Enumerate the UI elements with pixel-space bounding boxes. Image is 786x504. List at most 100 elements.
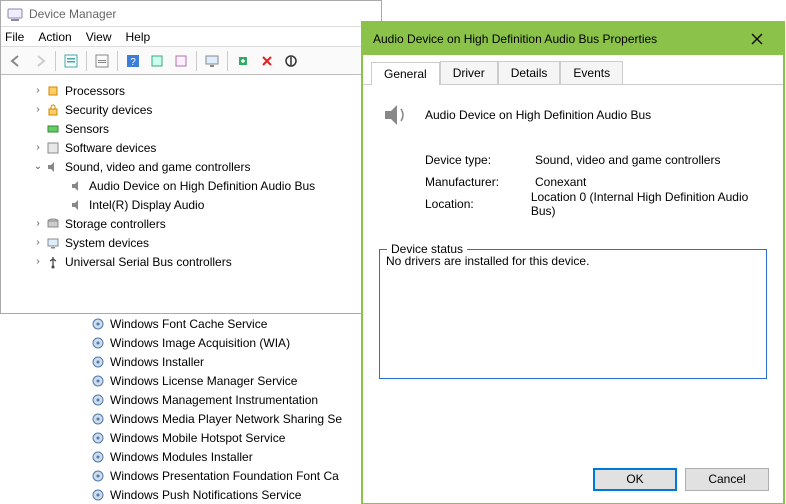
- tree-item[interactable]: ⌄ Sound, video and game controllers: [11, 157, 377, 176]
- expand-icon[interactable]: ›: [31, 256, 45, 267]
- tree-item[interactable]: Sensors: [11, 119, 377, 138]
- services-list: Windows Font Cache Service Windows Image …: [90, 314, 400, 504]
- tree-item[interactable]: › Universal Serial Bus controllers: [11, 252, 377, 271]
- tree-item-label: Security devices: [65, 103, 152, 117]
- expand-icon[interactable]: ›: [31, 237, 45, 248]
- tree-item-label: Audio Device on High Definition Audio Bu…: [89, 179, 315, 193]
- sensor-icon: [45, 121, 61, 137]
- speaker-icon: [45, 159, 61, 175]
- tree-item[interactable]: ›Storage controllers: [11, 214, 377, 233]
- tab-driver[interactable]: Driver: [440, 61, 498, 84]
- toolbar-separator: [86, 51, 87, 71]
- toolbar-separator: [227, 51, 228, 71]
- gear-icon: [90, 411, 106, 427]
- menu-help[interactable]: Help: [126, 30, 151, 44]
- device-manager-menubar: File Action View Help: [1, 27, 381, 47]
- tab-general[interactable]: General: [371, 62, 440, 85]
- tree-item-label: System devices: [65, 236, 149, 250]
- device-manager-toolbar: ?: [1, 47, 381, 75]
- device-manager-window: Device Manager File Action View Help ? ›…: [0, 0, 382, 314]
- pc-icon: [45, 235, 61, 251]
- service-label: Windows Management Instrumentation: [110, 393, 318, 407]
- tree-item-label: Software devices: [65, 141, 156, 155]
- service-item[interactable]: Windows Push Notifications Service: [90, 485, 400, 504]
- device-tree[interactable]: › Processors › Security devices Sensors › Soft…: [1, 75, 381, 313]
- tab-events[interactable]: Events: [560, 61, 623, 84]
- tree-item-label: Processors: [65, 84, 125, 98]
- device-status-group: Device status: [379, 235, 767, 382]
- tree-item[interactable]: › Security devices: [11, 100, 377, 119]
- service-label: Windows Font Cache Service: [110, 317, 267, 331]
- storage-icon: [45, 216, 61, 232]
- properties-toolbar-button[interactable]: [91, 50, 113, 72]
- disable-device-button[interactable]: [280, 50, 302, 72]
- service-label: Windows Installer: [110, 355, 204, 369]
- expand-icon[interactable]: ›: [31, 104, 45, 115]
- gear-icon: [90, 487, 106, 503]
- cpu-icon: [45, 83, 61, 99]
- scan-hardware-button[interactable]: [146, 50, 168, 72]
- properties-dialog: Audio Device on High Definition Audio Bu…: [362, 22, 784, 504]
- gear-icon: [90, 354, 106, 370]
- gear-icon: [90, 468, 106, 484]
- ok-button[interactable]: OK: [593, 468, 677, 491]
- uninstall-button[interactable]: [256, 50, 278, 72]
- gear-icon: [90, 392, 106, 408]
- properties-title: Audio Device on High Definition Audio Bu…: [373, 32, 741, 46]
- service-item[interactable]: Windows Image Acquisition (WIA): [90, 333, 400, 352]
- cancel-button[interactable]: Cancel: [685, 468, 769, 491]
- tree-item[interactable]: › Processors: [11, 81, 377, 100]
- tree-item-label: Intel(R) Display Audio: [89, 198, 204, 212]
- service-item[interactable]: Windows Font Cache Service: [90, 314, 400, 333]
- location-value: Location 0 (Internal High Definition Aud…: [531, 190, 767, 218]
- dialog-buttons: OK Cancel: [593, 468, 769, 491]
- tree-item[interactable]: Audio Device on High Definition Audio Bu…: [11, 176, 377, 195]
- tree-item[interactable]: Intel(R) Display Audio: [11, 195, 377, 214]
- device-manager-icon: [7, 6, 23, 22]
- location-label: Location:: [425, 197, 531, 211]
- service-item[interactable]: Windows Installer: [90, 352, 400, 371]
- service-item[interactable]: Windows Modules Installer: [90, 447, 400, 466]
- expand-icon[interactable]: ›: [31, 85, 45, 96]
- tab-details[interactable]: Details: [498, 61, 561, 84]
- help-toolbar-button[interactable]: ?: [122, 50, 144, 72]
- toolbar-separator: [55, 51, 56, 71]
- service-label: Windows Mobile Hotspot Service: [110, 431, 285, 445]
- gear-icon: [90, 449, 106, 465]
- menu-action[interactable]: Action: [38, 30, 71, 44]
- back-button[interactable]: [5, 50, 27, 72]
- tree-item-label: Sound, video and game controllers: [65, 160, 250, 174]
- service-item[interactable]: Windows Management Instrumentation: [90, 390, 400, 409]
- service-item[interactable]: Windows Mobile Hotspot Service: [90, 428, 400, 447]
- service-label: Windows Image Acquisition (WIA): [110, 336, 290, 350]
- menu-file[interactable]: File: [5, 30, 24, 44]
- show-hide-tree-button[interactable]: [60, 50, 82, 72]
- expand-icon[interactable]: ›: [31, 218, 45, 229]
- service-item[interactable]: Windows Media Player Network Sharing Se: [90, 409, 400, 428]
- device-status-field[interactable]: [379, 249, 767, 379]
- service-label: Windows Modules Installer: [110, 450, 253, 464]
- expand-icon[interactable]: ›: [31, 142, 45, 153]
- device-type-value: Sound, video and game controllers: [535, 153, 720, 167]
- manufacturer-value: Conexant: [535, 175, 586, 189]
- update-driver-button[interactable]: [232, 50, 254, 72]
- properties-body: Audio Device on High Definition Audio Bu…: [363, 85, 783, 396]
- service-item[interactable]: Windows License Manager Service: [90, 371, 400, 390]
- forward-button[interactable]: [29, 50, 51, 72]
- close-button[interactable]: [741, 23, 773, 55]
- menu-view[interactable]: View: [86, 30, 112, 44]
- device-info-grid: Device type: Sound, video and game contr…: [379, 149, 767, 215]
- gear-icon: [90, 373, 106, 389]
- lock-icon: [45, 102, 61, 118]
- tree-item[interactable]: › Software devices: [11, 138, 377, 157]
- device-manager-title: Device Manager: [29, 7, 116, 21]
- speaker-icon: [379, 99, 411, 131]
- tree-item[interactable]: › System devices: [11, 233, 377, 252]
- collapse-icon[interactable]: ⌄: [31, 161, 45, 172]
- tree-item-label: Universal Serial Bus controllers: [65, 255, 232, 269]
- manufacturer-label: Manufacturer:: [425, 175, 535, 189]
- show-hidden-button[interactable]: [170, 50, 192, 72]
- service-item[interactable]: Windows Presentation Foundation Font Ca: [90, 466, 400, 485]
- monitor-toolbar-button[interactable]: [201, 50, 223, 72]
- tree-item-label: Sensors: [65, 122, 109, 136]
